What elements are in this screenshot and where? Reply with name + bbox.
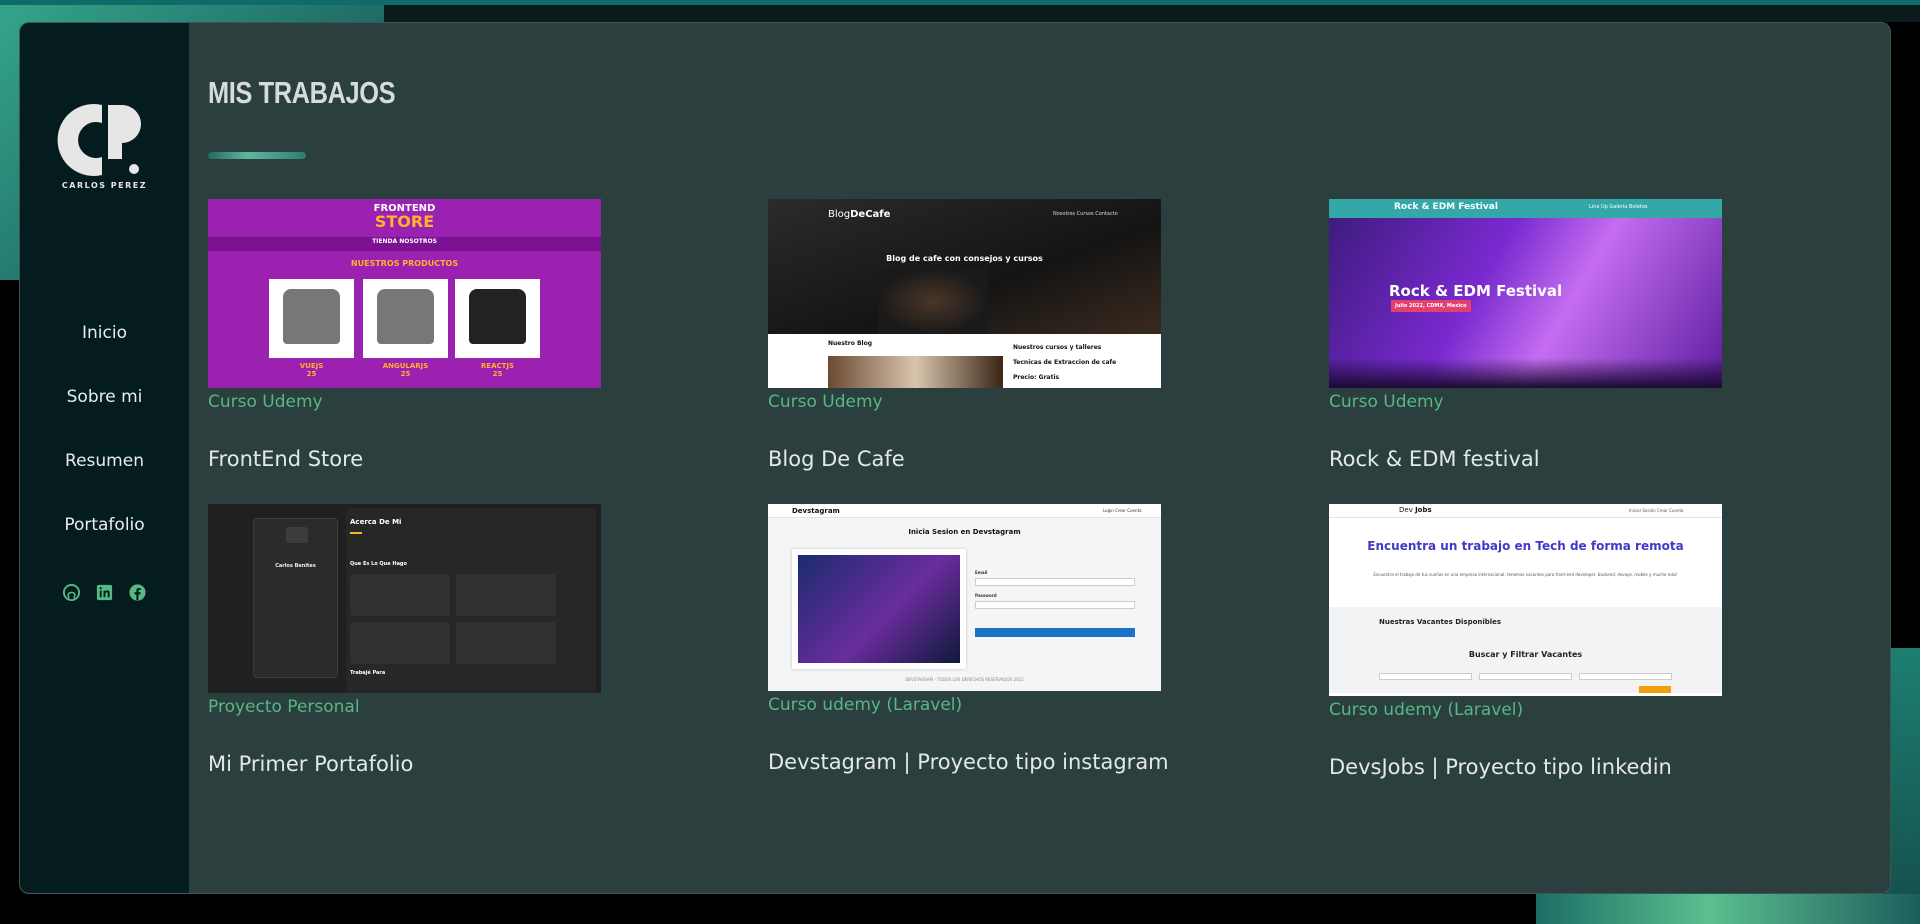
thumb-menu: Nosotros Cursos Contacto [1053,211,1118,217]
thumb-section: Nuestras Vacantes Disponibles Buscar y F… [1329,607,1722,693]
project-thumbnail[interactable]: Dev Jobs Iniciar Sesión Crear Cuenta Enc… [1329,504,1722,696]
facebook-icon[interactable] [128,583,147,602]
sidebar: CARLOS PEREZ Inicio Sobre mi Resumen Por… [20,23,189,893]
project-title[interactable]: DevsJobs | Proyecto tipo linkedin [1329,755,1722,779]
project-title[interactable]: Mi Primer Portafolio [208,752,601,776]
github-icon[interactable] [62,583,81,602]
thumb-heading: Inicia Sesion en Devstagram [908,528,1021,536]
thumb-text: Encuentra el trabajo de tus sueños en un… [1373,572,1678,577]
project-card: Devstagram Login Crear Cuenta Inicia Ses… [768,504,1169,774]
thumb-product: REACTJS 25 [455,279,540,388]
portfolio-main: MIS TRABAJOS FRONTEND STORE TIENDA NOSOT… [208,53,1868,883]
nav-sobre-mi[interactable]: Sobre mi [20,387,189,451]
thumb-nav: TIENDA NOSOTROS [372,238,437,245]
thumb-product: VUEJS 25 [269,279,354,388]
thumb-login-button [975,628,1135,637]
thumb-heading: Encuentra un trabajo en Tech de forma re… [1367,539,1684,553]
project-title[interactable]: Blog De Cafe [768,447,1161,471]
background-gradient-bottom [1536,894,1920,924]
thumb-image [792,549,966,669]
sidebar-nav: Inicio Sobre mi Resumen Portafolio [20,323,189,579]
thumb-heading: NUESTROS PRODUCTOS [350,259,459,268]
project-thumbnail[interactable]: FRONTEND STORE TIENDA NOSOTROS NUESTROS … [208,199,601,388]
background-stripe-top [0,0,1920,5]
nav-portafolio[interactable]: Portafolio [20,515,189,579]
project-card: Dev Jobs Iniciar Sesión Crear Cuenta Enc… [1329,504,1722,779]
project-thumbnail[interactable]: Devstagram Login Crear Cuenta Inicia Ses… [768,504,1161,691]
thumb-header: Devstagram Login Crear Cuenta [768,504,1161,518]
page-title: MIS TRABAJOS [208,75,396,110]
project-subtitle: Curso Udemy [768,392,883,412]
thumb-brand: BlogDeCafe [828,209,891,220]
thumb-header: Rock & EDM Festival Line Up Galeria Bole… [1329,199,1722,218]
project-subtitle: Curso Udemy [208,392,323,412]
thumb-coffee-image [878,269,988,334]
cp-logo-icon [57,104,141,176]
thumb-header: Dev Jobs Iniciar Sesión Crear Cuenta [1329,504,1722,518]
project-card: Carlos Benites Acerca De Mi Que Es Lo Qu… [208,504,601,776]
project-card: BlogDeCafe Nosotros Cursos Contacto Blog… [768,199,1161,471]
project-thumbnail[interactable]: Rock & EDM Festival Line Up Galeria Bole… [1329,199,1722,388]
thumb-product: ANGULARJS 25 [363,279,448,388]
project-title[interactable]: FrontEnd Store [208,447,601,471]
project-card: Rock & EDM Festival Line Up Galeria Bole… [1329,199,1722,471]
nav-resumen[interactable]: Resumen [20,451,189,515]
project-thumbnail[interactable]: BlogDeCafe Nosotros Cursos Contacto Blog… [768,199,1161,388]
project-subtitle: Proyecto Personal [208,697,360,717]
thumb-tag: Julio 2022, CDMX, Mexico [1391,300,1471,312]
title-underline [208,152,306,159]
project-thumbnail[interactable]: Carlos Benites Acerca De Mi Que Es Lo Qu… [208,504,601,693]
social-links [20,583,189,602]
thumb-heading: Rock & EDM Festival [1389,282,1563,300]
thumb-slogan: Blog de cafe con consejos y cursos [886,254,1043,263]
project-subtitle: Curso udemy (Laravel) [1329,700,1524,720]
logo-name: CARLOS PEREZ [61,181,148,190]
thumb-panel: Acerca De Mi Que Es Lo Que Hago Trabajé … [346,508,596,693]
app-frame: CARLOS PEREZ Inicio Sobre mi Resumen Por… [19,22,1891,894]
project-subtitle: Curso udemy (Laravel) [768,695,963,715]
nav-inicio[interactable]: Inicio [20,323,189,387]
project-title[interactable]: Rock & EDM festival [1329,447,1722,471]
project-card: FRONTEND STORE TIENDA NOSOTROS NUESTROS … [208,199,601,471]
linkedin-icon[interactable] [95,583,114,602]
thumb-crowd [1329,358,1722,388]
thumb-logo: FRONTEND STORE [373,203,436,231]
thumb-footer: DEVSTAGRAM - TODOS LOS DERECHOS RESERVAD… [905,677,1024,682]
thumb-content: Nuestro Blog Nuestros cursos y talleres T… [768,334,1161,388]
project-subtitle: Curso Udemy [1329,392,1444,412]
project-title[interactable]: Devstagram | Proyecto tipo instagram [768,750,1169,774]
thumb-profile: Carlos Benites [253,518,338,678]
